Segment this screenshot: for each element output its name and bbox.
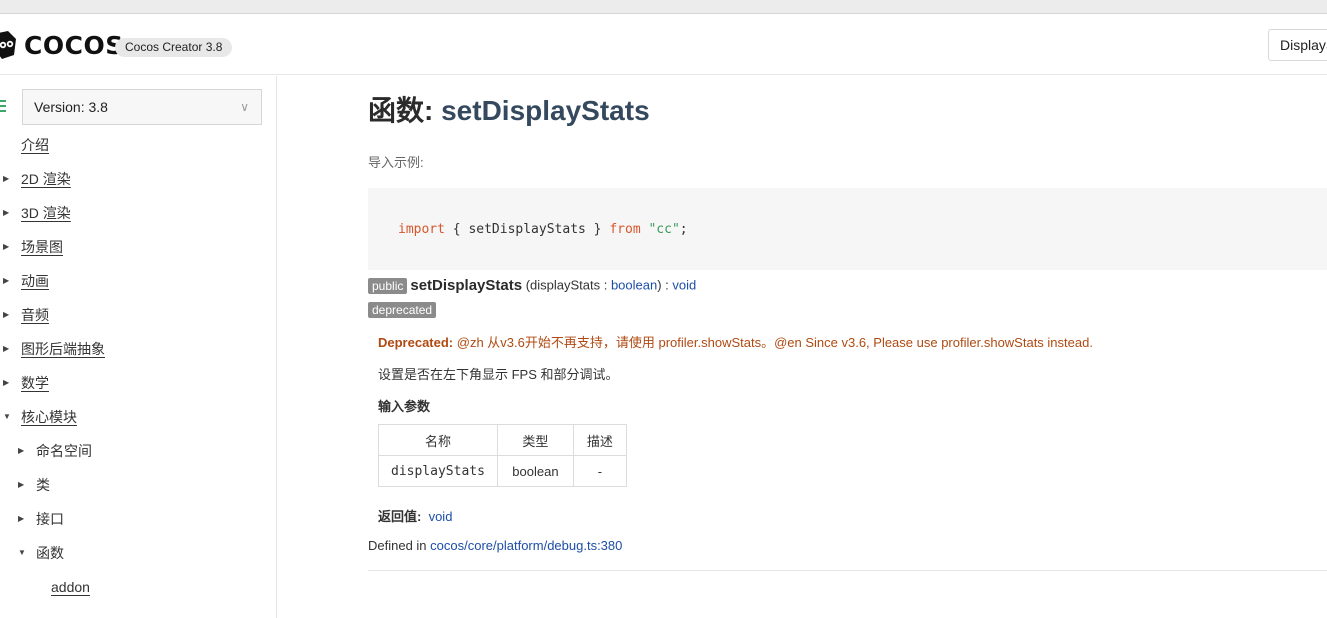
version-select-value: Version: 3.8	[34, 99, 108, 115]
sidebar-item-label: 类	[36, 477, 50, 493]
signature-name: setDisplayStats	[410, 276, 523, 294]
sidebar-item-label: 核心模块	[21, 409, 77, 425]
sidebar-item-label: 接口	[36, 511, 64, 527]
caret-right-icon[interactable]: ▶	[18, 475, 24, 495]
code-body: { setDisplayStats }	[444, 222, 610, 237]
sidebar-item-label: 数学	[21, 375, 49, 391]
page-title-name: setDisplayStats	[441, 95, 650, 126]
table-header-cell: 名称	[378, 424, 498, 456]
sidebar: Version: 3.8 ∨ 介绍 ▶ 2D 渲染 ▶ 3D 渲染 ▶ 场景图 …	[0, 76, 277, 618]
sidebar-item-addon[interactable]: addon	[51, 577, 90, 597]
function-description: 设置是否在左下角显示 FPS 和部分调试。	[378, 367, 619, 382]
site-header: COCOS Cocos Creator 3.8	[0, 15, 1327, 75]
sidebar-item-gfx[interactable]: ▶ 图形后端抽象	[3, 339, 105, 359]
caret-right-icon[interactable]: ▶	[18, 441, 24, 461]
sidebar-item-2d-render[interactable]: ▶ 2D 渲染	[3, 169, 71, 189]
sidebar-item-namespaces[interactable]: ▶ 命名空间	[18, 441, 92, 461]
browser-chrome-strip	[0, 0, 1327, 14]
chevron-down-icon: ∨	[240, 100, 249, 114]
caret-right-icon[interactable]: ▶	[3, 271, 9, 291]
return-value-link[interactable]: void	[429, 509, 453, 524]
code-keyword-import: import	[398, 222, 445, 237]
sidebar-item-animation[interactable]: ▶ 动画	[3, 271, 49, 291]
version-select[interactable]: Version: 3.8 ∨	[22, 89, 262, 125]
signature-params-open: (displayStats :	[522, 277, 611, 293]
sidebar-item-audio[interactable]: ▶ 音频	[3, 305, 49, 325]
deprecated-badge-wrap: deprecated	[368, 301, 437, 319]
sidebar-item-3d-render[interactable]: ▶ 3D 渲染	[3, 203, 71, 223]
caret-right-icon[interactable]: ▶	[18, 509, 24, 529]
return-row: 返回值: void	[378, 506, 452, 525]
sidebar-item-label: 图形后端抽象	[21, 341, 105, 357]
signature-params-close: ) :	[657, 277, 673, 293]
caret-right-icon[interactable]: ▶	[3, 339, 9, 359]
deprecated-badge: deprecated	[368, 301, 437, 318]
param-type-link[interactable]: boolean	[611, 278, 657, 293]
page-title-prefix: 函数:	[368, 95, 442, 126]
code-module-string: "cc"	[648, 222, 680, 237]
caret-right-icon[interactable]: ▶	[3, 203, 9, 223]
divider	[368, 570, 1327, 571]
logo-text[interactable]: COCOS	[24, 31, 124, 61]
caret-right-icon[interactable]: ▶	[3, 305, 9, 325]
param-name-cell: displayStats	[378, 455, 498, 487]
sidebar-item-label: 音频	[21, 307, 49, 323]
product-version-badge: Cocos Creator 3.8	[115, 38, 233, 57]
sidebar-item-math[interactable]: ▶ 数学	[3, 373, 49, 393]
deprecated-note: Deprecated: @zh 从v3.6开始不再支持，请使用 profiler…	[378, 332, 1093, 351]
params-table: 名称 类型 描述 displayStats boolean -	[378, 424, 627, 487]
menu-toggle-icon[interactable]	[0, 100, 6, 112]
table-header-row: 名称 类型 描述	[378, 424, 627, 456]
page-title: 函数: setDisplayStats	[368, 94, 650, 128]
params-heading: 输入参数	[378, 399, 431, 414]
param-desc-cell: -	[572, 455, 627, 487]
table-header-cell: 类型	[496, 424, 574, 456]
caret-right-icon[interactable]: ▶	[3, 237, 9, 257]
sidebar-item-label: addon	[51, 579, 90, 595]
cocos-logo-icon	[0, 31, 16, 59]
sidebar-item-label: 命名空间	[36, 443, 92, 459]
search-input[interactable]	[1268, 29, 1327, 61]
function-signature: public setDisplayStats (displayStats : bo…	[368, 276, 696, 294]
sidebar-item-scene-graph[interactable]: ▶ 场景图	[3, 237, 63, 257]
table-header-cell: 描述	[572, 424, 627, 456]
caret-down-icon[interactable]: ▼	[18, 543, 26, 563]
sidebar-item-functions[interactable]: ▼ 函数	[18, 543, 64, 563]
sidebar-item-label: 函数	[36, 545, 64, 561]
caret-down-icon[interactable]: ▼	[3, 407, 11, 427]
sidebar-item-label: 3D 渲染	[21, 205, 71, 221]
sidebar-item-core[interactable]: ▼ 核心模块	[3, 407, 77, 427]
sidebar-item-interfaces[interactable]: ▶ 接口	[18, 509, 64, 529]
import-hint: 导入示例:	[368, 155, 424, 170]
sidebar-item-label: 动画	[21, 273, 49, 289]
code-keyword-from: from	[609, 222, 641, 237]
deprecated-text: @zh 从v3.6开始不再支持，请使用 profiler.showStats。@…	[453, 335, 1093, 350]
code-block[interactable]: import { setDisplayStats } from "cc";	[368, 188, 1327, 270]
sidebar-item-label: 介绍	[21, 137, 49, 153]
sidebar-item-label: 2D 渲染	[21, 171, 71, 187]
code-end: ;	[679, 222, 688, 237]
sidebar-item-intro[interactable]: 介绍	[21, 135, 49, 155]
table-row: displayStats boolean -	[378, 455, 627, 487]
return-type-link[interactable]: void	[672, 278, 696, 293]
sidebar-item-label: 场景图	[21, 239, 63, 255]
deprecated-label: Deprecated:	[378, 335, 454, 350]
caret-right-icon[interactable]: ▶	[3, 373, 9, 393]
sidebar-item-classes[interactable]: ▶ 类	[18, 475, 50, 495]
return-label: 返回值:	[378, 509, 422, 524]
caret-right-icon[interactable]: ▶	[3, 169, 9, 189]
source-link[interactable]: cocos/core/platform/debug.ts:380	[430, 538, 622, 553]
defined-in-row: Defined in cocos/core/platform/debug.ts:…	[368, 538, 622, 553]
defined-in-label: Defined in	[368, 538, 431, 553]
param-type-cell-link[interactable]: boolean	[496, 455, 574, 487]
visibility-badge: public	[368, 277, 408, 294]
